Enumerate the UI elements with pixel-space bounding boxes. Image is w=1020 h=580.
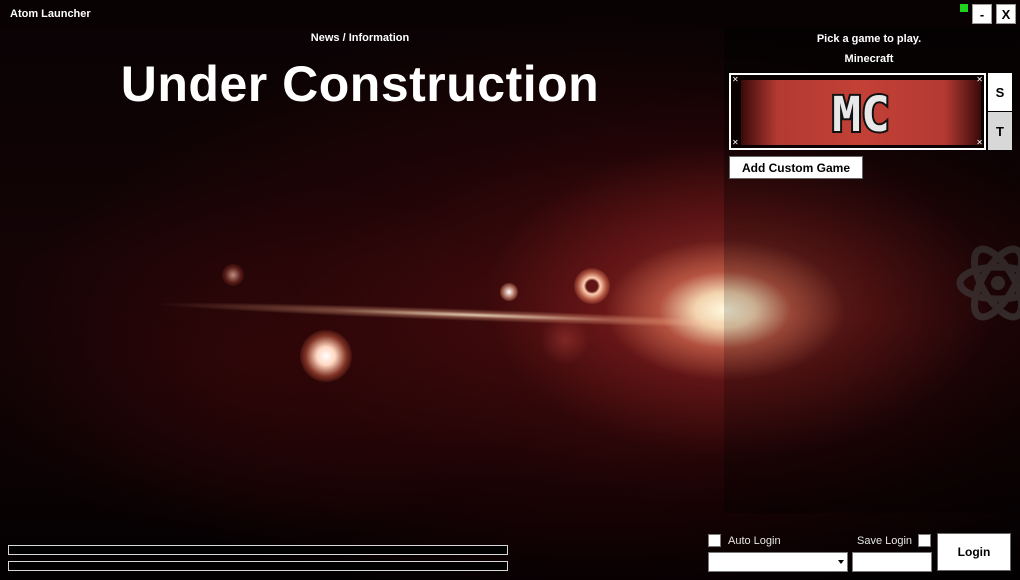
save-login-label: Save Login	[857, 535, 913, 547]
light-flare	[500, 283, 518, 301]
game-t-button[interactable]: T	[988, 112, 1012, 150]
status-indicator	[960, 4, 968, 12]
corner-handle-icon: ✕	[732, 75, 739, 84]
light-flare	[222, 264, 244, 286]
corner-handle-icon: ✕	[976, 138, 983, 147]
download-progress-bar	[8, 545, 508, 555]
close-button[interactable]: X	[996, 4, 1016, 24]
corner-handle-icon: ✕	[732, 138, 739, 147]
install-progress-bar	[8, 561, 508, 571]
news-header: News / Information	[310, 32, 410, 44]
news-headline: Under Construction	[120, 56, 600, 112]
account-dropdown[interactable]	[708, 552, 848, 572]
minimize-button[interactable]: -	[972, 4, 992, 24]
game-tile-minecraft[interactable]: MC ✕ ✕ ✕ ✕	[729, 73, 986, 150]
light-ring	[574, 268, 610, 304]
game-s-button[interactable]: S	[988, 73, 1012, 111]
auto-login-checkbox[interactable]	[708, 534, 721, 547]
password-field[interactable]	[852, 552, 932, 572]
light-flare	[300, 330, 352, 382]
game-selection-panel: Pick a game to play. Minecraft MC ✕ ✕ ✕ …	[724, 28, 1020, 513]
game-prompt: Pick a game to play.	[816, 33, 922, 45]
login-button[interactable]: Login	[937, 533, 1011, 571]
app-title: Atom Launcher	[10, 8, 91, 20]
add-custom-game-button[interactable]: Add Custom Game	[729, 156, 863, 179]
selected-game-name: Minecraft	[844, 53, 894, 65]
chevron-down-icon	[838, 560, 844, 564]
minecraft-logo: MC	[830, 87, 892, 139]
logo-text: MC	[832, 87, 890, 139]
light-haze	[540, 315, 590, 365]
auto-login-label: Auto Login	[728, 535, 781, 547]
minecraft-banner: MC	[741, 80, 981, 145]
save-login-checkbox[interactable]	[918, 534, 931, 547]
corner-handle-icon: ✕	[976, 75, 983, 84]
